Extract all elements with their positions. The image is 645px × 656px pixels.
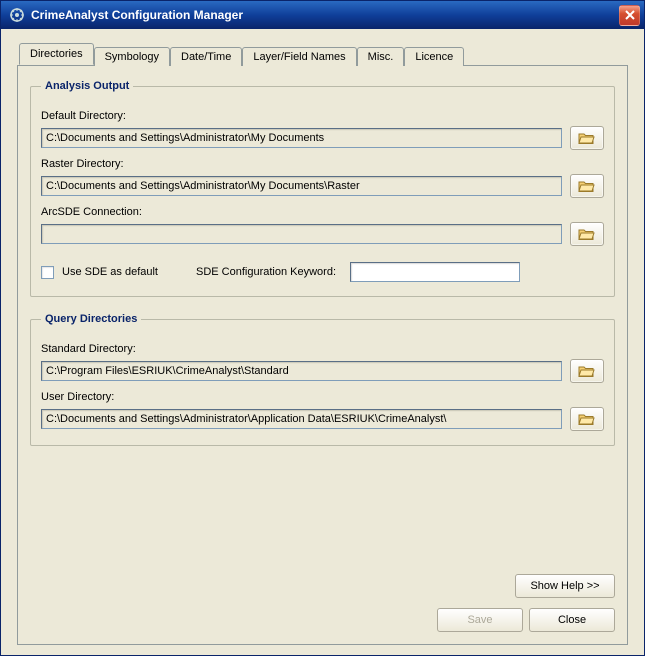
save-button[interactable]: Save	[437, 608, 523, 632]
folder-open-icon	[578, 364, 596, 378]
window-close-button[interactable]	[619, 5, 640, 26]
raster-dir-input[interactable]	[41, 176, 562, 196]
user-dir-input[interactable]	[41, 409, 562, 429]
default-dir-input[interactable]	[41, 128, 562, 148]
folder-open-icon	[578, 131, 596, 145]
arcsde-input[interactable]	[41, 224, 562, 244]
sde-keyword-label: SDE Configuration Keyword:	[196, 266, 336, 278]
folder-open-icon	[578, 227, 596, 241]
tab-misc[interactable]: Misc.	[357, 47, 405, 66]
window-title: CrimeAnalyst Configuration Manager	[29, 8, 619, 22]
use-sde-checkbox[interactable]	[41, 266, 54, 279]
folder-open-icon	[578, 179, 596, 193]
tab-symbology[interactable]: Symbology	[94, 47, 170, 66]
tabstrip: Directories Symbology Date/Time Layer/Fi…	[19, 43, 628, 65]
default-dir-browse-button[interactable]	[570, 126, 604, 150]
group-analysis-output-legend: Analysis Output	[41, 80, 133, 92]
raster-dir-browse-button[interactable]	[570, 174, 604, 198]
titlebar: CrimeAnalyst Configuration Manager	[1, 1, 644, 29]
arcsde-browse-button[interactable]	[570, 222, 604, 246]
tab-content-directories: Analysis Output Default Directory: Raste…	[17, 65, 628, 645]
standard-dir-input[interactable]	[41, 361, 562, 381]
standard-dir-browse-button[interactable]	[570, 359, 604, 383]
tab-licence[interactable]: Licence	[404, 47, 464, 66]
tab-datetime[interactable]: Date/Time	[170, 47, 242, 66]
app-icon	[9, 7, 25, 23]
standard-dir-label: Standard Directory:	[41, 343, 604, 355]
user-dir-browse-button[interactable]	[570, 407, 604, 431]
tab-layer-field-names[interactable]: Layer/Field Names	[242, 47, 356, 66]
sde-keyword-input[interactable]	[350, 262, 520, 282]
tab-directories[interactable]: Directories	[19, 43, 94, 65]
group-query-directories-legend: Query Directories	[41, 313, 141, 325]
show-help-button[interactable]: Show Help >>	[515, 574, 615, 598]
user-dir-label: User Directory:	[41, 391, 604, 403]
default-dir-label: Default Directory:	[41, 110, 604, 122]
close-icon	[625, 10, 635, 20]
raster-dir-label: Raster Directory:	[41, 158, 604, 170]
folder-open-icon	[578, 412, 596, 426]
config-window: CrimeAnalyst Configuration Manager Direc…	[0, 0, 645, 656]
group-query-directories: Query Directories Standard Directory: Us…	[30, 313, 615, 446]
client-area: Directories Symbology Date/Time Layer/Fi…	[1, 29, 644, 655]
group-analysis-output: Analysis Output Default Directory: Raste…	[30, 80, 615, 297]
use-sde-label: Use SDE as default	[62, 266, 158, 278]
arcsde-label: ArcSDE Connection:	[41, 206, 604, 218]
close-button[interactable]: Close	[529, 608, 615, 632]
